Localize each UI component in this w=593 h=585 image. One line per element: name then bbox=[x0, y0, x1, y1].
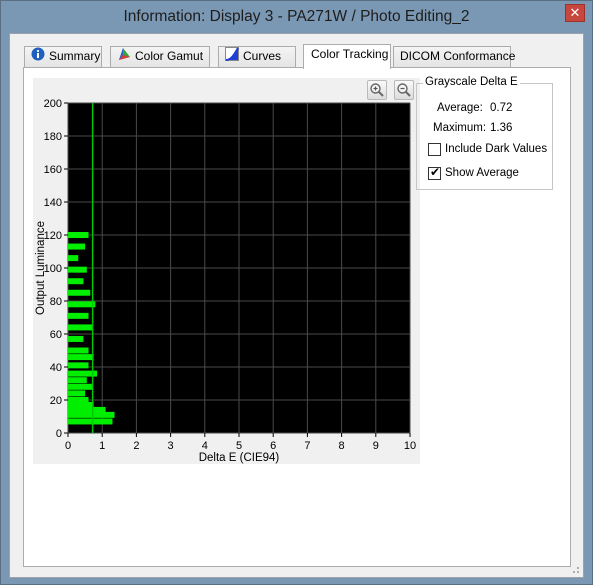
y-tick-label: 180 bbox=[44, 131, 62, 143]
x-tick-label: 6 bbox=[270, 440, 276, 452]
y-tick-label: 60 bbox=[50, 329, 62, 341]
x-tick-label: 8 bbox=[339, 440, 345, 452]
y-tick-label: 20 bbox=[50, 395, 62, 407]
tab-dicom-conformance[interactable]: DICOM Conformance bbox=[393, 46, 515, 67]
zoom-out-icon bbox=[397, 83, 411, 97]
tab-color-gamut[interactable]: Color Gamut bbox=[110, 46, 210, 67]
window-title: Information: Display 3 - PA271W / Photo … bbox=[123, 8, 470, 25]
delta-e-bar bbox=[68, 312, 89, 319]
title-bar[interactable]: Information: Display 3 - PA271W / Photo … bbox=[1, 1, 592, 33]
delta-e-bar bbox=[68, 411, 115, 418]
include-dark-values-checkbox[interactable] bbox=[428, 143, 441, 156]
x-axis-label: Delta E (CIE94) bbox=[199, 452, 280, 464]
average-label: Average: bbox=[437, 102, 483, 114]
close-button[interactable]: ✕ bbox=[565, 4, 585, 22]
delta-e-bar bbox=[68, 390, 86, 397]
tab-summary[interactable]: Summary bbox=[24, 46, 102, 67]
x-tick-label: 10 bbox=[404, 440, 416, 452]
zoom-in-icon bbox=[370, 83, 384, 97]
delta-e-bar bbox=[68, 324, 92, 331]
show-average-checkbox[interactable]: ✔ bbox=[428, 165, 441, 180]
chart-svg: 0 1 2 3 4 5 6 7 8 9 10 020406080100120140160180200… bbox=[35, 98, 416, 464]
y-axis-label: Output Luminance bbox=[35, 221, 47, 315]
tab-label: DICOM Conformance bbox=[400, 49, 516, 63]
x-tick-label: 3 bbox=[168, 440, 174, 452]
dialog-client-area: Summary Color Gamut Curves Color Trackin… bbox=[9, 33, 584, 578]
delta-e-bar bbox=[68, 335, 84, 342]
tab-label: Color Gamut bbox=[135, 49, 204, 64]
y-tick-label: 40 bbox=[50, 362, 62, 374]
tab-label: Summary bbox=[49, 49, 101, 64]
tab-label: Curves bbox=[243, 49, 282, 64]
group-title: Grayscale Delta E bbox=[423, 76, 520, 88]
average-value: 0.72 bbox=[490, 102, 513, 114]
close-icon: ✕ bbox=[569, 5, 581, 20]
delta-e-bar bbox=[68, 255, 79, 262]
tab-color-tracking[interactable]: Color Tracking bbox=[303, 44, 391, 69]
y-tick-label: 200 bbox=[44, 98, 62, 110]
delta-e-bar bbox=[68, 301, 96, 308]
grayscale-delta-e-group: Grayscale Delta E Average: 0.72 Maximum:… bbox=[416, 76, 553, 190]
delta-e-bar bbox=[68, 377, 87, 384]
tab-label: Color Tracking bbox=[311, 47, 389, 61]
checkmark-icon: ✔ bbox=[430, 165, 441, 179]
x-tick-label: 7 bbox=[304, 440, 310, 452]
x-tick-label: 5 bbox=[236, 440, 242, 452]
y-tick-label: 80 bbox=[50, 296, 62, 308]
y-tick-label: 160 bbox=[44, 164, 62, 176]
zoom-in-button[interactable] bbox=[367, 80, 387, 100]
delta-e-bar bbox=[68, 354, 94, 361]
maximum-value: 1.36 bbox=[490, 122, 513, 134]
delta-e-bar bbox=[68, 278, 84, 285]
curves-icon bbox=[225, 47, 239, 67]
delta-e-bar bbox=[68, 418, 113, 425]
x-tick-label: 1 bbox=[99, 440, 105, 452]
tab-curves[interactable]: Curves bbox=[218, 46, 296, 67]
resize-grip-icon[interactable] bbox=[570, 564, 580, 574]
delta-e-bar bbox=[68, 232, 89, 238]
y-tick-label: 140 bbox=[44, 197, 62, 209]
color-gamut-icon bbox=[117, 47, 131, 67]
x-tick-label: 0 bbox=[65, 440, 71, 452]
delta-e-bar bbox=[68, 362, 89, 369]
x-tick-label: 2 bbox=[133, 440, 139, 452]
zoom-out-button[interactable] bbox=[394, 80, 414, 100]
delta-e-bar bbox=[68, 266, 87, 273]
include-dark-values-label[interactable]: Include Dark Values bbox=[445, 143, 547, 155]
y-tick-label: 0 bbox=[56, 428, 62, 440]
delta-e-bar bbox=[68, 289, 91, 296]
delta-e-chart: 0 1 2 3 4 5 6 7 8 9 10 0 20 40 60 80 100 120 140 160 180 200… bbox=[33, 78, 420, 464]
delta-e-bar bbox=[68, 243, 86, 250]
delta-e-bar bbox=[68, 383, 92, 390]
color-tracking-panel: 0 1 2 3 4 5 6 7 8 9 10 0 20 40 60 80 100 120 140 160 180 200… bbox=[23, 67, 571, 567]
delta-e-bar bbox=[68, 347, 89, 354]
show-average-label[interactable]: Show Average bbox=[445, 167, 519, 179]
maximum-label: Maximum: bbox=[433, 122, 487, 134]
x-tick-label: 9 bbox=[373, 440, 379, 452]
x-tick-label: 4 bbox=[202, 440, 208, 452]
app-window: Information: Display 3 - PA271W / Photo … bbox=[0, 0, 593, 585]
info-icon bbox=[31, 47, 45, 67]
